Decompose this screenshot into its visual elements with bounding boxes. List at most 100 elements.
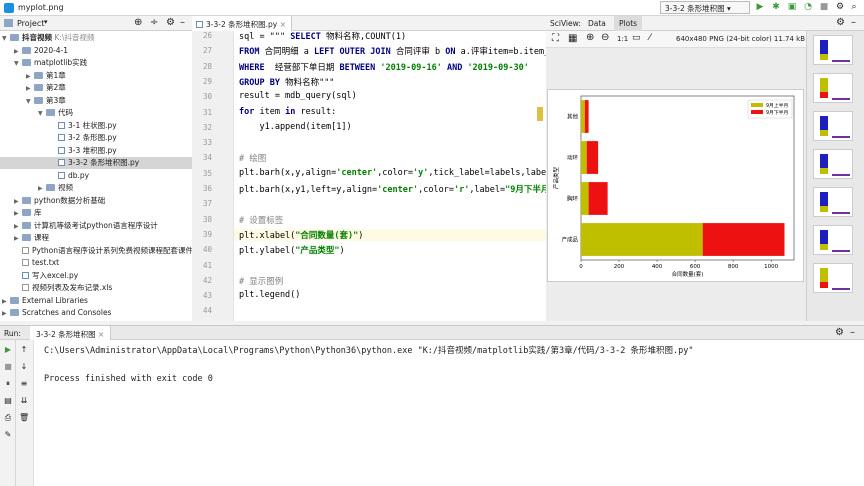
chevron-down-icon[interactable]: ▼ [14,58,22,69]
code-line[interactable]: GROUP BY 物料名称""" [239,76,334,88]
tree-item[interactable]: ▼ 抖音视频 K:\抖音视频 [0,32,192,44]
code-editor[interactable]: sql = """ SELECT 物料名称,COUNT(1) FROM 合同明细 … [234,31,546,321]
tree-item[interactable]: ▶ 课程 [0,232,192,244]
tree-item[interactable]: Python语言程序设计系列免费视频课程配套课件.d [0,245,192,257]
tree-item[interactable]: 3-3-2 条形堆积图.py [0,157,192,169]
profile-icon[interactable]: ◔ [802,2,814,14]
plot-thumbnail[interactable] [813,263,853,293]
code-line[interactable]: plt.ylabel("产品类型") [239,244,345,256]
scroll-down-icon[interactable]: ↓ [19,362,29,372]
rerun-icon[interactable]: ▶ [3,345,13,355]
soft-wrap-icon[interactable]: ≡ [19,379,29,389]
chevron-right-icon[interactable]: ▶ [2,296,10,307]
code-line[interactable]: sql = """ SELECT 物料名称,COUNT(1) [239,31,406,42]
chevron-down-icon[interactable]: ▼ [2,33,10,44]
plot-thumbnail[interactable] [813,187,853,217]
zoom-in-icon[interactable]: ⊕ [586,32,594,43]
stop-icon[interactable]: ■ [818,2,830,14]
chevron-down-icon[interactable]: ▾ [44,18,48,26]
code-line[interactable]: # 显示图例 [239,275,283,287]
run-icon[interactable]: ▶ [754,2,766,14]
print-icon[interactable]: ⎙ [3,413,13,423]
debug-icon[interactable]: ✱ [770,2,782,14]
code-line[interactable]: plt.barh(x,y,align='center',color='y',ti… [239,168,546,178]
clear-icon[interactable]: 🗑 [19,413,29,423]
tree-item[interactable]: ▶ python数据分析基础 [0,195,192,207]
code-line[interactable]: y1.append(item[1]) [239,122,351,132]
chevron-right-icon[interactable]: ▶ [26,83,34,94]
search-icon[interactable]: ⌕ [848,2,860,14]
actual-size-button[interactable]: 1:1 [617,35,628,43]
coverage-icon[interactable]: ▣ [786,2,798,14]
chevron-right-icon[interactable]: ▶ [14,233,22,244]
fit-screen-icon[interactable]: ▭ [632,33,641,43]
tree-item[interactable]: 视频列表及发布记录.xls [0,282,192,294]
grid-icon[interactable]: ▦ [568,33,577,44]
pin-icon[interactable]: ✎ [3,430,13,440]
plot-thumbnail[interactable] [813,111,853,141]
restore-layout-icon[interactable]: ▤ [3,396,13,406]
hide-icon[interactable]: – [850,327,855,338]
scroll-to-end-icon[interactable]: ⇊ [19,396,29,406]
fit-icon[interactable]: ⛶ [552,33,559,44]
run-config-select[interactable]: 3-3-2 条形堆积图 ▾ [660,1,750,14]
color-picker-icon[interactable]: ⁄ [649,33,651,43]
chevron-right-icon[interactable]: ▶ [26,71,34,82]
chevron-right-icon[interactable]: ▶ [38,183,46,194]
gear-icon[interactable]: ⚙ [835,327,844,338]
close-icon[interactable]: × [98,330,104,339]
run-console[interactable]: C:\Users\Administrator\AppData\Local\Pro… [34,340,864,486]
tree-item[interactable]: ▶ External Libraries [0,295,192,307]
settings-icon[interactable]: ⚙ [834,2,846,14]
plot-thumbnail[interactable] [813,73,853,103]
tab-plots[interactable]: Plots [614,16,643,31]
close-icon[interactable]: × [280,20,286,29]
tree-item[interactable]: ▶ 2020-4-1 [0,45,192,57]
run-tab[interactable]: 3-3-2 条形堆积图 × [30,326,112,340]
plot-thumbnail[interactable] [813,225,853,255]
gear-icon[interactable]: ⚙ [836,17,845,28]
chevron-right-icon[interactable]: ▶ [2,308,10,319]
tree-item[interactable]: ▶ 视频 [0,182,192,194]
tree-item[interactable]: db.py [0,170,192,182]
tree-item[interactable]: ▶ 第2章 [0,82,192,94]
code-line[interactable]: # 绘图 [239,152,266,164]
plot-thumbnail[interactable] [813,149,853,179]
tab-data[interactable]: Data [588,19,606,28]
chevron-down-icon[interactable]: ▼ [38,108,46,119]
stop-icon[interactable]: ■ [3,362,13,372]
code-line[interactable]: result = mdb_query(sql) [239,91,357,101]
locate-icon[interactable]: ⊕ [134,17,142,28]
collapse-icon[interactable]: ÷ [150,17,158,28]
code-line[interactable]: plt.xlabel("合同数量(套)") [234,228,546,241]
code-line[interactable]: # 设置标签 [239,214,283,226]
editor-tab[interactable]: 3-3-2 条形堆积图.py × [192,16,292,31]
tree-item[interactable]: ▶ 第1章 [0,70,192,82]
tree-item[interactable]: ▼ matplotlib实践 [0,57,192,69]
chevron-right-icon[interactable]: ▶ [14,196,22,207]
tree-item[interactable]: 3-3 堆积图.py [0,145,192,157]
chevron-right-icon[interactable]: ▶ [14,221,22,232]
zoom-out-icon[interactable]: ⊖ [601,32,609,43]
tree-item[interactable]: 写入excel.py [0,270,192,282]
chevron-right-icon[interactable]: ▶ [14,208,22,219]
project-header-label[interactable]: Project [17,19,44,28]
chevron-right-icon[interactable]: ▶ [14,46,22,57]
plot-thumbnail[interactable] [813,35,853,65]
tree-item[interactable]: ▶ Scratches and Consoles [0,307,192,319]
code-line[interactable]: plt.barh(x,y1,left=y,align='center',colo… [239,183,546,195]
hide-icon[interactable]: – [851,17,856,28]
tree-item[interactable]: ▶ 库 [0,207,192,219]
tree-item[interactable]: 3-1 柱状图.py [0,120,192,132]
tree-item[interactable]: ▼ 第3章 [0,95,192,107]
tree-item[interactable]: ▼ 代码 [0,107,192,119]
chevron-down-icon[interactable]: ▼ [26,96,34,107]
pause-icon[interactable]: ⏸ [3,379,13,389]
code-line[interactable]: FROM 合同明细 a LEFT OUTER JOIN 合同评审 b ON a.… [239,45,546,57]
hide-icon[interactable]: – [180,17,185,28]
code-line[interactable]: plt.legend() [239,290,300,300]
code-line[interactable]: WHERE 经营部下单日期 BETWEEN '2019-09-16' AND '… [239,61,529,73]
tree-item[interactable]: test.txt [0,257,192,269]
code-line[interactable]: for item in result: [239,107,336,117]
gear-icon[interactable]: ⚙ [166,17,175,28]
